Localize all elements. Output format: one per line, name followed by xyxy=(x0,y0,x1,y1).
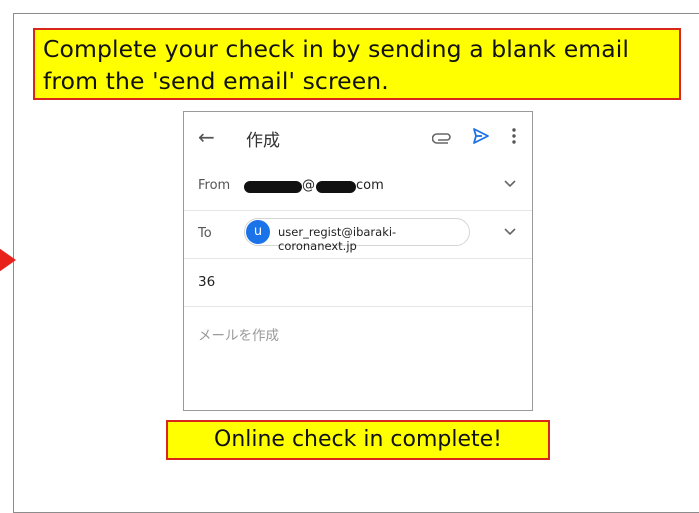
pointer-arrow-icon xyxy=(0,246,16,274)
instruction-callout: Complete your check in by sending a blan… xyxy=(33,28,681,100)
from-row[interactable]: From @ com xyxy=(184,162,532,211)
from-domain-suffix: com xyxy=(356,178,384,193)
app-bar: ← 作成 xyxy=(184,112,532,162)
completion-callout: Online check in complete! xyxy=(166,420,550,460)
recipient-chip[interactable]: u user_regist@ibaraki-coronanext.jp xyxy=(244,218,470,253)
redacted-domain xyxy=(316,181,356,193)
completion-text: Online check in complete! xyxy=(214,427,502,452)
back-arrow-icon[interactable]: ← xyxy=(198,125,215,149)
attach-icon[interactable] xyxy=(431,129,452,148)
subject-field[interactable]: 36 xyxy=(198,274,215,290)
recipient-avatar: u xyxy=(246,220,270,244)
compose-title: 作成 xyxy=(246,131,280,151)
redacted-username xyxy=(244,181,302,193)
recipient-address: user_regist@ibaraki-coronanext.jp xyxy=(278,225,397,253)
instruction-text: Complete your check in by sending a blan… xyxy=(43,35,630,95)
to-label: To xyxy=(198,226,212,241)
send-icon[interactable] xyxy=(472,127,490,149)
email-compose-screen: ← 作成 From @ com To u user_regist@ibaraki… xyxy=(183,111,533,411)
chevron-down-icon[interactable] xyxy=(504,177,516,191)
more-options-icon[interactable] xyxy=(511,127,517,149)
chevron-down-icon[interactable] xyxy=(504,225,516,239)
from-at-sign: @ xyxy=(302,178,315,193)
from-label: From xyxy=(198,178,231,193)
to-row[interactable]: To u user_regist@ibaraki-coronanext.jp xyxy=(184,210,532,259)
subject-row[interactable]: 36 xyxy=(184,258,532,307)
body-placeholder[interactable]: メールを作成 xyxy=(198,324,279,344)
